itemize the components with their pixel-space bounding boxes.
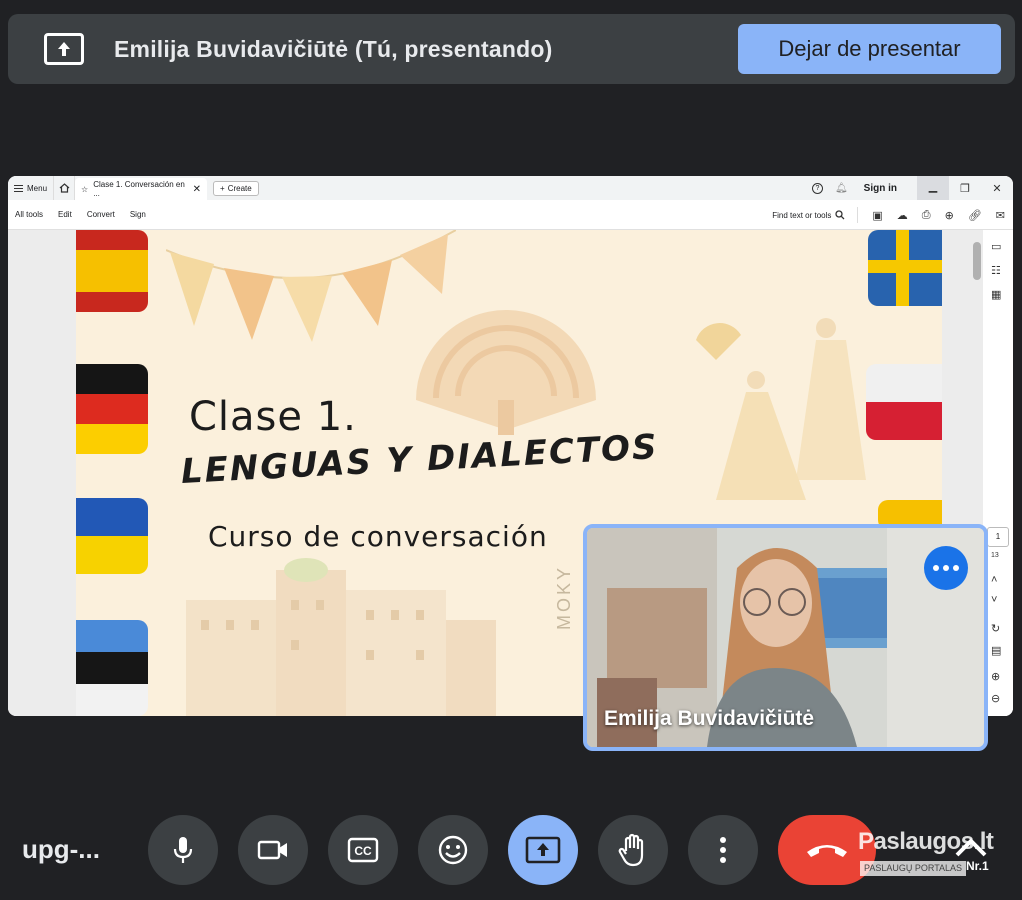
bookmark-icon[interactable]: ☷ (991, 264, 1001, 277)
logo-subtitle: PASLAUGŲ PORTALAS (860, 861, 967, 876)
stop-presenting-button[interactable]: Dejar de presentar (738, 24, 1001, 74)
restore-icon[interactable]: ❐ (949, 182, 981, 195)
plus-icon: + (220, 183, 225, 193)
toolbar-all-tools[interactable]: All tools (15, 210, 43, 219)
slide-watermark: MOKY (554, 564, 574, 630)
microphone-icon (173, 837, 193, 863)
create-button[interactable]: + Create (213, 180, 259, 196)
page-total: 13 (991, 552, 999, 559)
zoom-in-icon[interactable]: ⊕ (991, 670, 1000, 683)
comment-icon[interactable]: ▭ (991, 240, 1001, 253)
raise-hand-button[interactable] (598, 815, 668, 885)
link-icon[interactable]: 🔗︎ (968, 209, 982, 222)
microphone-button[interactable] (148, 815, 218, 885)
bell-icon[interactable]: 🔔︎ (835, 183, 848, 194)
find-label: Find text or tools (772, 210, 832, 220)
sign-in-link[interactable]: Sign in (864, 183, 897, 194)
tab-title: Clase 1. Conversación en ... (93, 180, 185, 198)
close-tab-icon[interactable]: ✕ (193, 184, 201, 195)
vertical-dots-icon (720, 837, 726, 863)
home-icon[interactable] (53, 176, 76, 200)
poland-flag (866, 364, 942, 440)
menu-button[interactable]: Menu (8, 176, 53, 200)
pdf-toolbar: All tools Edit Convert Sign Find text or… (8, 200, 1013, 230)
fan-decoration (416, 310, 596, 435)
share-icon[interactable]: ⊕ (945, 209, 954, 222)
minimize-icon[interactable]: ▁ (917, 176, 949, 200)
dot-icon (943, 565, 949, 571)
meeting-code[interactable]: upg-... (22, 834, 100, 865)
help-icon[interactable]: ? (811, 182, 823, 194)
estonia-flag (76, 620, 148, 716)
more-options-button[interactable] (924, 546, 968, 590)
dancers-illustration (696, 318, 866, 500)
refresh-icon[interactable]: ↻ (991, 622, 1000, 635)
present-button[interactable] (508, 815, 578, 885)
slide-class-number: Clase 1. (189, 394, 357, 440)
town-illustration (186, 558, 496, 716)
toolbar-edit[interactable]: Edit (58, 210, 72, 219)
self-view-tile[interactable]: Emilija Buvidavičiūtė (583, 524, 988, 751)
participant-name: Emilija Buvidavičiūtė (604, 707, 815, 730)
create-label: Create (227, 183, 252, 193)
captions-icon: CC (347, 837, 379, 863)
menu-label: Menu (27, 183, 48, 193)
browser-tab[interactable]: ☆ Clase 1. Conversación en ... ✕ (75, 178, 208, 200)
slide-subtitle: Curso de conversación (208, 520, 548, 553)
email-icon[interactable]: ✉ (996, 209, 1005, 222)
print-icon[interactable]: ⎙ (922, 209, 931, 222)
document-icon[interactable]: ▤ (991, 644, 1001, 657)
presenting-title: Emilija Buvidavičiūtė (Tú, presentando) (114, 35, 553, 62)
star-icon: ☆ (81, 184, 89, 194)
hang-up-icon (807, 845, 847, 857)
present-screen-icon (44, 33, 84, 65)
germany-flag (76, 364, 148, 454)
logo-badge: Nr.1 (966, 859, 989, 873)
spain-flag (76, 230, 148, 312)
close-window-icon[interactable]: ✕ (981, 182, 1013, 195)
captions-button[interactable]: CC (328, 815, 398, 885)
hamburger-icon (14, 184, 23, 192)
page-number-input[interactable]: 1 (987, 527, 1009, 547)
svg-text:CC: CC (354, 844, 372, 858)
ukraine-flag (76, 498, 148, 574)
camera-button[interactable] (238, 815, 308, 885)
chevron-up-icon[interactable]: ˄ (991, 574, 997, 586)
hand-icon (618, 833, 644, 867)
search-icon (835, 210, 845, 220)
camera-icon (257, 840, 287, 860)
reactions-button[interactable] (418, 815, 488, 885)
scrollbar-thumb[interactable] (973, 242, 981, 280)
chevron-up-icon[interactable] (954, 836, 988, 858)
zoom-out-icon[interactable]: ⊖ (991, 692, 1000, 705)
toolbar-convert[interactable]: Convert (87, 210, 115, 219)
find-tools-search[interactable]: Find text or tools (772, 207, 859, 223)
thumbnails-icon[interactable]: ▦ (991, 288, 1001, 301)
chevron-down-icon[interactable]: ˅ (991, 594, 997, 606)
presenting-banner: Emilija Buvidavičiūtė (Tú, presentando) … (8, 14, 1015, 84)
sweden-flag (868, 230, 942, 306)
save-icon[interactable]: ▣ (872, 209, 882, 222)
cloud-upload-icon[interactable]: ☁ (897, 209, 908, 222)
dot-icon (953, 565, 959, 571)
toolbar-sign[interactable]: Sign (130, 210, 146, 219)
present-screen-icon (525, 836, 561, 864)
more-options-menu-button[interactable] (688, 815, 758, 885)
emoji-icon (438, 835, 468, 865)
browser-tab-bar: Menu ☆ Clase 1. Conversación en ... ✕ + … (8, 176, 1013, 200)
dot-icon (933, 565, 939, 571)
